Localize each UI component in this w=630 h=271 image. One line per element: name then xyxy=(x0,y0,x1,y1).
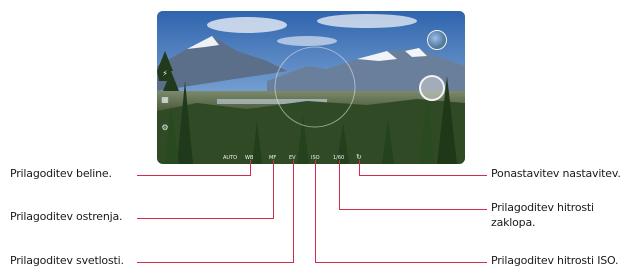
grid-icon[interactable]: ▦ xyxy=(160,95,170,105)
callout-brightness: Prilagoditev svetlosti. xyxy=(10,254,124,267)
leader-line-focus xyxy=(137,218,274,219)
camera-viewfinder: ⚡ ▦ ⚙ AUTO WB MF EV ISO 1/60 ↻ xyxy=(157,11,465,164)
leader-line-shutter-vertical xyxy=(339,160,340,210)
callout-white-balance: Prilagoditev beline. xyxy=(10,167,112,180)
callout-shutter-speed-line1: Prilagoditev hitrosti xyxy=(491,201,594,214)
leader-line-reset xyxy=(359,175,487,176)
leader-line-white-balance xyxy=(137,175,251,176)
callout-iso: Prilagoditev hitrosti ISO. xyxy=(491,254,619,267)
callout-shutter-speed-line2: zaklopa. xyxy=(491,216,536,229)
leader-line-white-balance-vertical xyxy=(250,160,251,176)
shutter-button[interactable] xyxy=(419,75,445,101)
leader-line-focus-vertical xyxy=(273,160,274,219)
leader-line-iso-vertical xyxy=(315,160,316,263)
leader-line-shutter xyxy=(339,209,487,210)
leader-line-reset-vertical xyxy=(359,160,360,176)
flash-icon[interactable]: ⚡ xyxy=(160,69,170,79)
leader-line-iso xyxy=(315,262,487,263)
leader-line-brightness xyxy=(137,262,294,263)
settings-icon[interactable]: ⚙ xyxy=(160,123,170,133)
callout-reset: Ponastavitev nastavitev. xyxy=(491,167,621,180)
gallery-thumbnail[interactable] xyxy=(427,30,447,50)
auto-mode-label[interactable]: AUTO xyxy=(223,155,237,161)
manual-controls-bar: AUTO WB MF EV ISO 1/60 ↻ xyxy=(157,148,465,164)
leader-line-brightness-vertical xyxy=(293,160,294,263)
callout-focus: Prilagoditev ostrenja. xyxy=(10,210,123,223)
